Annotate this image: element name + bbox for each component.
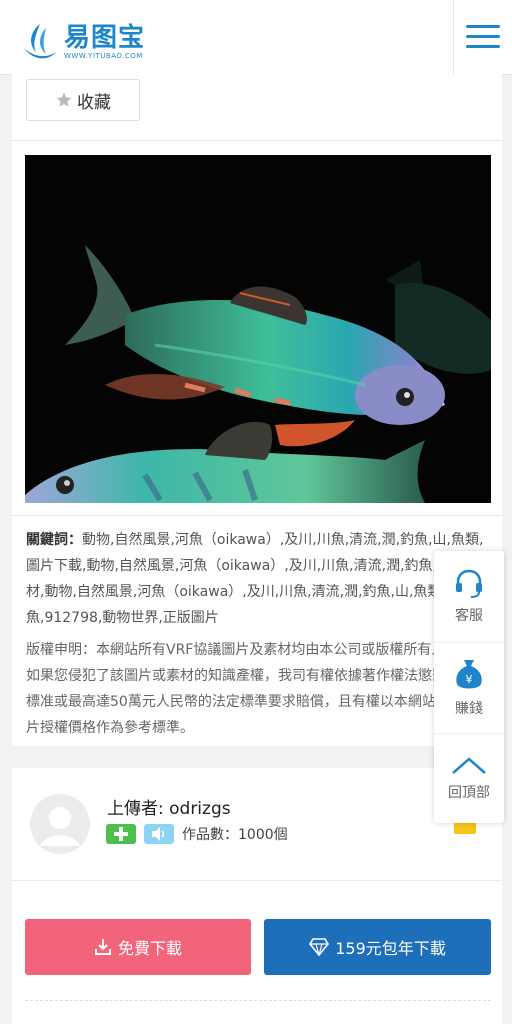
fish-illustration (25, 155, 491, 503)
dashed-divider (25, 1000, 491, 1001)
user-avatar-icon (30, 794, 90, 854)
diamond-icon (309, 938, 330, 956)
favorite-label: 收藏 (77, 92, 111, 113)
logo-wave-icon (24, 24, 56, 59)
headset-icon (456, 569, 482, 598)
divider (12, 880, 502, 881)
avatar[interactable] (30, 794, 90, 854)
divider (12, 515, 502, 516)
top-header: 易图宝 WWW.YITUBAO.COM (0, 0, 512, 75)
keywords-label: 關鍵詞： (26, 532, 82, 548)
annual-download-label: 159元包年下載 (335, 939, 446, 958)
free-download-button[interactable]: 免費下載 (25, 919, 251, 975)
back-to-top-button[interactable]: 回頂部 (434, 734, 504, 824)
favorite-card: 收藏 (12, 74, 502, 140)
works-count: 作品數：1000個 (182, 827, 288, 843)
svg-text:¥: ¥ (466, 673, 473, 686)
menu-button[interactable] (453, 0, 512, 74)
sound-badge-icon (144, 824, 174, 844)
chevron-up-icon (452, 757, 486, 774)
star-icon (56, 92, 72, 107)
fish-photo[interactable] (25, 155, 491, 503)
logo-text-cn: 易图宝 (64, 23, 146, 53)
uploader-name[interactable]: 上傳者: odrizgs (107, 794, 231, 819)
hamburger-icon (466, 25, 500, 49)
back-to-top-label: 回頂部 (448, 785, 490, 801)
uploader-badges: 作品數：1000個 (106, 824, 288, 844)
uploader-card: 上傳者: odrizgs 作品數：1000個 免費下載 159元包年下載 (12, 768, 502, 1024)
earn-money-label: 賺錢 (455, 701, 483, 717)
download-icon (94, 939, 111, 955)
plus-badge-icon (106, 824, 136, 844)
earn-money-button[interactable]: ¥ 賺錢 (434, 643, 504, 733)
customer-service-button[interactable]: 客服 (434, 551, 504, 641)
site-logo[interactable]: 易图宝 WWW.YITUBAO.COM (22, 22, 145, 62)
money-bag-icon: ¥ (456, 660, 482, 689)
keywords-block: 關鍵詞：動物,自然風景,河魚（oikawa）,及川,川魚,清流,潤,釣魚,山,魚… (26, 527, 496, 631)
keywords-text: 動物,自然風景,河魚（oikawa）,及川,川魚,清流,潤,釣魚,山,魚類,圖片… (26, 532, 484, 626)
favorite-button[interactable]: 收藏 (26, 79, 140, 121)
annual-download-button[interactable]: 159元包年下載 (264, 919, 491, 975)
copyright-notice: 版權申明：本網站所有VRF協議圖片及素材均由本公司或版權所有人發布，如果您侵犯了… (26, 642, 492, 736)
customer-service-label: 客服 (455, 608, 483, 624)
free-download-label: 免費下載 (117, 939, 182, 958)
image-detail-card: 關鍵詞：動物,自然風景,河魚（oikawa）,及川,川魚,清流,潤,釣魚,山,魚… (12, 140, 502, 746)
logo-text-en: WWW.YITUBAO.COM (64, 52, 143, 60)
floating-side-panel: 客服 ¥ 賺錢 回頂部 (434, 551, 504, 823)
